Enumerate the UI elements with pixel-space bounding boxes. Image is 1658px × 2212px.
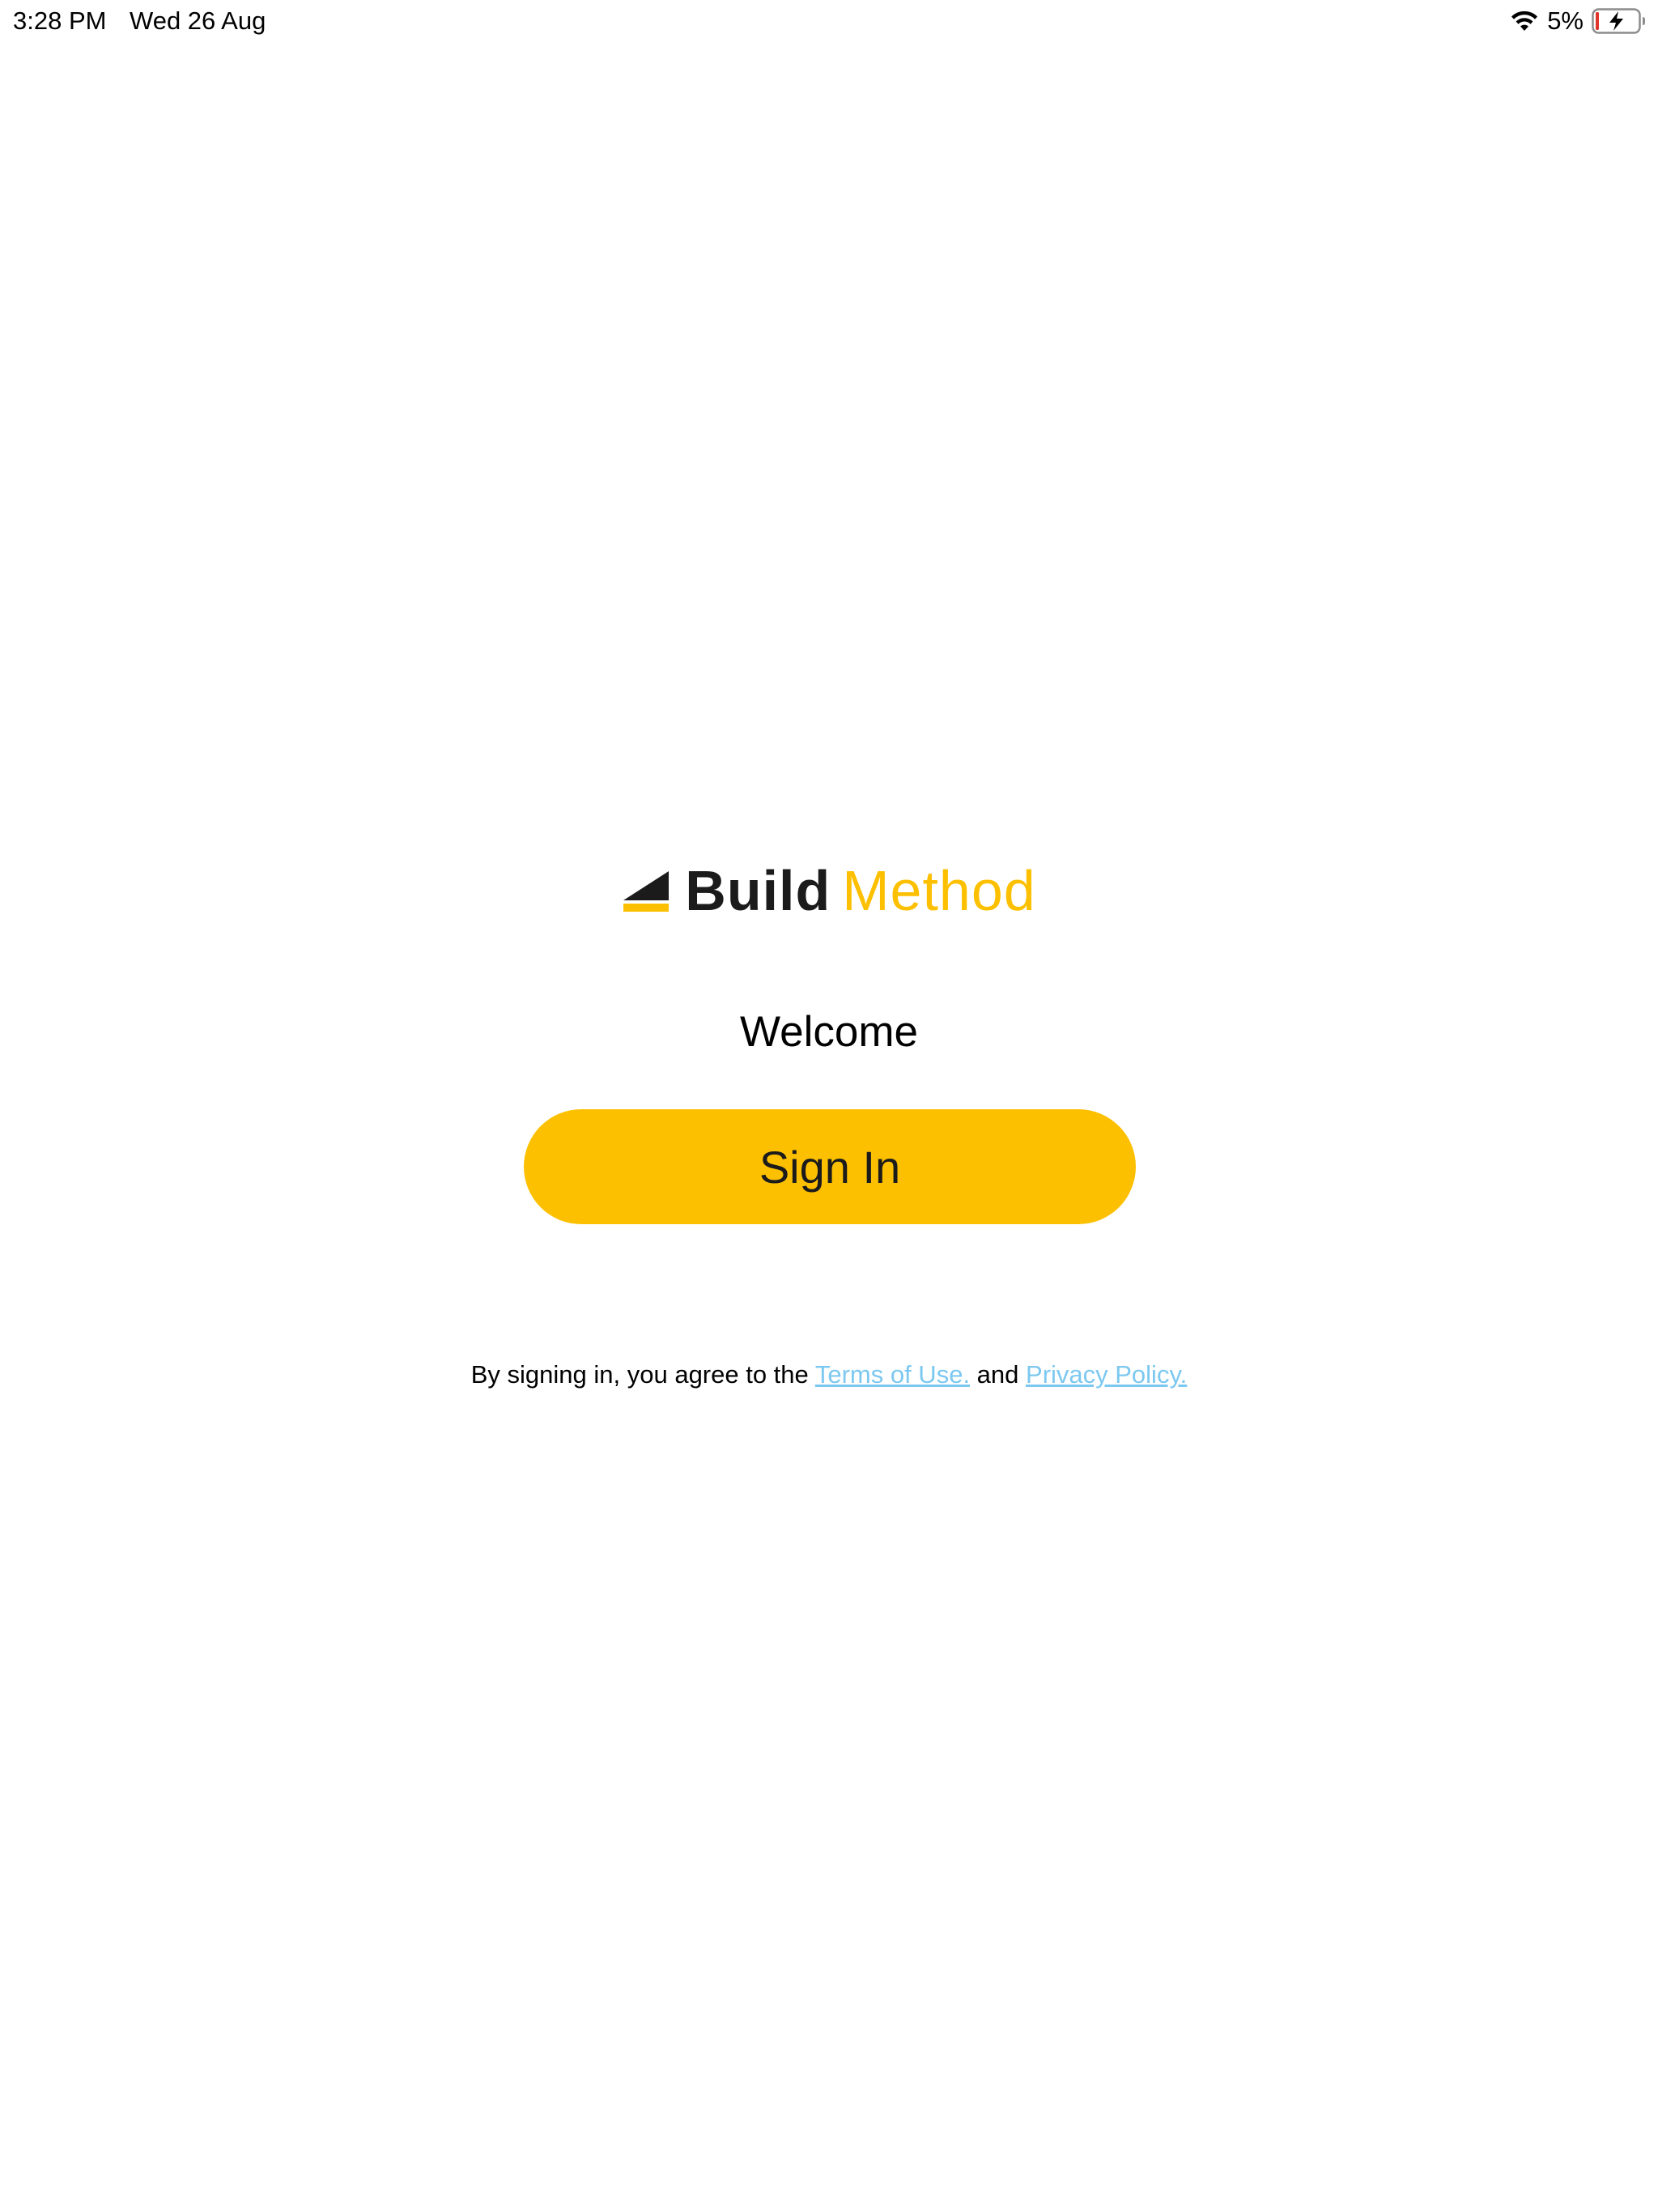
welcome-title: Welcome [740,1008,918,1056]
build-method-logo-mark-icon [623,871,670,912]
status-indicators: 5% [1510,5,1647,37]
logo-word-build: Build [685,859,831,922]
terms-of-use-link[interactable]: Terms of Use. [815,1360,970,1389]
app-logo: Build Method [0,858,1658,923]
status-bar: 3:28 PM Wed 26 Aug 5% [0,0,1658,40]
logo-word-method: Method [842,859,1036,922]
battery-charging-icon [1592,8,1645,34]
status-date: Wed 26 Aug [130,6,266,35]
legal-prefix-text: By signing in, you agree to the [470,1360,815,1389]
legal-middle-text: and [970,1360,1027,1389]
sign-in-button[interactable]: Sign In [524,1109,1136,1224]
status-time: 3:28 PM [13,6,107,35]
legal-notice: By signing in, you agree to the Terms of… [0,1357,1658,1393]
privacy-policy-link[interactable]: Privacy Policy. [1026,1360,1187,1389]
sign-in-screen: 3:28 PM Wed 26 Aug 5% Build Method Welco… [0,0,1658,2212]
logo-wordmark: Build Method [685,858,1035,923]
wifi-icon [1511,11,1538,31]
battery-percent: 5% [1547,6,1584,35]
